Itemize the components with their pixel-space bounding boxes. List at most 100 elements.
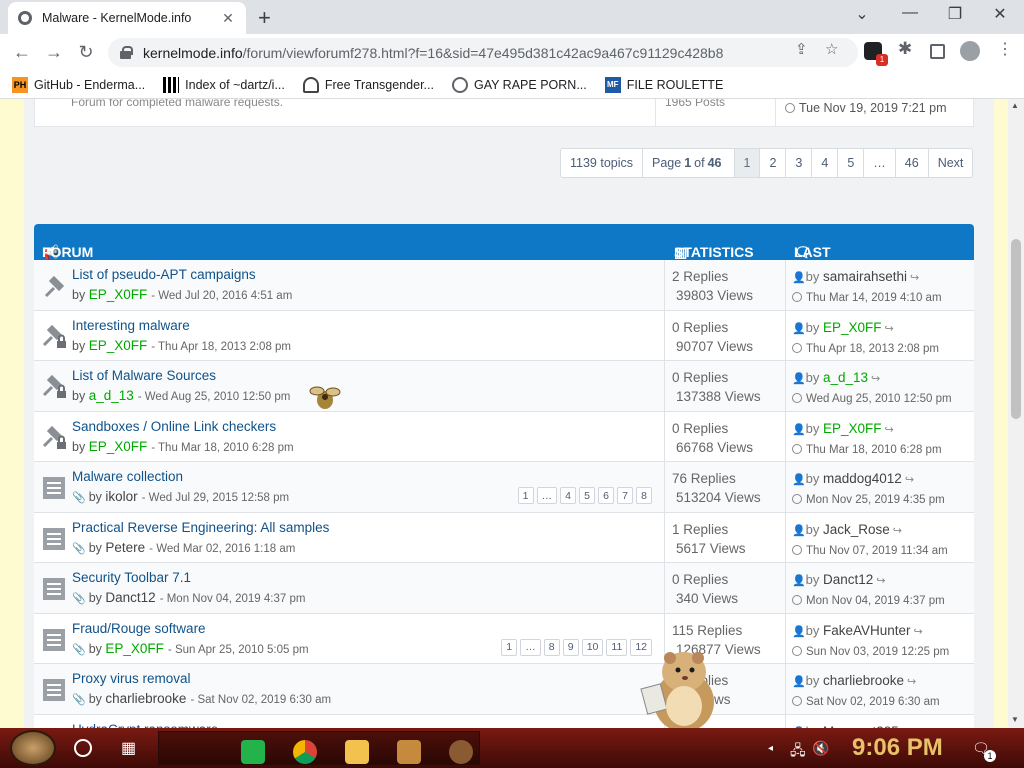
hamster-desktop-pet[interactable] bbox=[640, 642, 720, 732]
back-icon[interactable]: ← bbox=[11, 42, 33, 63]
chrome-icon[interactable] bbox=[293, 740, 317, 764]
topic-page-link[interactable]: 8 bbox=[543, 638, 560, 656]
topic-row[interactable]: Proxy virus removal 📎 by charliebrooke - S… bbox=[34, 664, 974, 715]
topic-author-link[interactable]: ikolor bbox=[105, 489, 137, 504]
goto-post-icon[interactable]: ↪ bbox=[914, 622, 923, 642]
goto-post-icon[interactable]: ↪ bbox=[876, 571, 885, 591]
topic-page-link[interactable]: … bbox=[520, 638, 541, 656]
network-icon[interactable]: 🖧 bbox=[790, 740, 806, 764]
minimize-icon[interactable]: — bbox=[900, 4, 920, 22]
puzzle-icon[interactable]: ✱ bbox=[898, 39, 912, 59]
goto-post-icon[interactable]: ↪ bbox=[885, 319, 894, 339]
topic-author-link[interactable]: EP_X0FF bbox=[89, 287, 148, 302]
topic-row[interactable]: Interesting malware by EP_X0FF - Thu Apr … bbox=[34, 310, 974, 361]
topic-row[interactable]: List of Malware Sources by a_d_13- Wed A… bbox=[34, 361, 974, 412]
goto-post-icon[interactable]: ↪ bbox=[893, 521, 902, 541]
last-post-author-link[interactable]: Danct12 bbox=[823, 572, 873, 587]
topic-author-link[interactable]: Petere bbox=[105, 540, 145, 555]
topic-title-link[interactable]: Malware collection bbox=[72, 469, 183, 484]
goto-post-icon[interactable]: ↪ bbox=[905, 470, 914, 490]
topic-page-link[interactable]: 1 bbox=[517, 487, 534, 504]
page-link-2[interactable]: 2 bbox=[760, 148, 787, 178]
file-explorer-icon[interactable] bbox=[345, 740, 369, 764]
lock-icon[interactable] bbox=[120, 46, 133, 59]
goto-post-icon[interactable]: ↪ bbox=[885, 420, 894, 440]
topic-page-link[interactable]: 4 bbox=[560, 487, 576, 504]
topic-title-link[interactable]: Fraud/Rouge software bbox=[72, 621, 206, 636]
scrollbar-thumb[interactable] bbox=[1011, 239, 1021, 419]
last-post-author-link[interactable]: EP_X0FF bbox=[823, 421, 882, 436]
bookmark-github[interactable]: PH GitHub - Enderma... bbox=[12, 76, 145, 93]
last-post-author-link[interactable]: Jack_Rose bbox=[823, 522, 890, 537]
topic-page-link[interactable]: 1 bbox=[501, 638, 518, 656]
close-window-icon[interactable]: ✕ bbox=[990, 4, 1010, 24]
topic-author-link[interactable]: charliebrooke bbox=[105, 691, 186, 706]
topic-page-link[interactable]: … bbox=[536, 487, 557, 504]
share-icon[interactable]: ⇪ bbox=[795, 40, 808, 58]
goto-post-icon[interactable]: ↪ bbox=[871, 369, 880, 389]
topic-row[interactable]: Practical Reverse Engineering: All sampl… bbox=[34, 512, 974, 563]
last-post-author-link[interactable]: charliebrooke bbox=[823, 673, 904, 688]
scroll-up-icon[interactable]: ▲ bbox=[1011, 101, 1019, 110]
topic-title-link[interactable]: List of pseudo-APT campaigns bbox=[72, 267, 256, 282]
new-tab-icon[interactable]: + bbox=[258, 5, 271, 31]
topic-author-link[interactable]: a_d_13 bbox=[89, 388, 134, 403]
topic-title-link[interactable]: Practical Reverse Engineering: All sampl… bbox=[72, 520, 329, 535]
topic-row[interactable]: Security Toolbar 7.1 📎 by Danct12- Mon No… bbox=[34, 563, 974, 614]
side-panel-icon[interactable] bbox=[930, 44, 945, 59]
scroll-down-icon[interactable]: ▼ bbox=[1011, 715, 1019, 724]
topic-page-link[interactable]: 10 bbox=[581, 638, 604, 656]
browser-tab[interactable]: Malware - KernelMode.info ✕ bbox=[8, 2, 246, 34]
bookmark-globe[interactable]: GAY RAPE PORN... bbox=[451, 76, 587, 93]
last-post-author-link[interactable]: maddog4012 bbox=[823, 471, 902, 486]
topic-page-link[interactable]: 9 bbox=[562, 638, 579, 656]
bookmark-file-roulette[interactable]: MF FILE ROULETTE bbox=[604, 76, 723, 93]
address-bar[interactable]: kernelmode.info/forum/viewforumf278.html… bbox=[108, 38, 858, 67]
task-view-icon[interactable]: ▦ bbox=[121, 738, 136, 758]
topic-title-link[interactable]: Sandboxes / Online Link checkers bbox=[72, 419, 276, 434]
page-indicator[interactable]: Page 1 of 46 bbox=[643, 148, 735, 178]
page-link-3[interactable]: 3 bbox=[786, 148, 813, 178]
topic-title-link[interactable]: Interesting malware bbox=[72, 318, 190, 333]
topic-page-link[interactable]: 11 bbox=[606, 638, 628, 656]
page-link-last[interactable]: 46 bbox=[895, 148, 929, 178]
topic-page-link[interactable]: 7 bbox=[617, 487, 633, 504]
tab-search-icon[interactable]: ⌄ bbox=[852, 4, 872, 24]
topic-row[interactable]: Fraud/Rouge software 📎 by EP_X0FF - Sun Ap… bbox=[34, 613, 974, 664]
topic-author-link[interactable]: Danct12 bbox=[105, 590, 155, 605]
last-post-author-link[interactable]: a_d_13 bbox=[823, 370, 868, 385]
profile-avatar-icon[interactable] bbox=[960, 41, 980, 61]
page-link-5[interactable]: 5 bbox=[838, 148, 865, 178]
topic-row[interactable]: Sandboxes / Online Link checkers by EP_X… bbox=[34, 411, 974, 462]
topic-title-link[interactable]: List of Malware Sources bbox=[72, 368, 216, 383]
notes-app-icon[interactable] bbox=[241, 740, 265, 764]
search-icon[interactable] bbox=[74, 739, 92, 757]
topic-title-link[interactable]: Security Toolbar 7.1 bbox=[72, 570, 191, 585]
last-post-author-link[interactable]: EP_X0FF bbox=[823, 320, 882, 335]
last-post-author-link[interactable]: FakeAVHunter bbox=[823, 623, 911, 638]
topic-title-link[interactable]: Proxy virus removal bbox=[72, 671, 191, 686]
tray-arrow-icon[interactable]: ◂ bbox=[768, 743, 773, 754]
topic-page-link[interactable]: 6 bbox=[598, 487, 614, 504]
topic-author-link[interactable]: EP_X0FF bbox=[89, 439, 148, 454]
goto-post-icon[interactable]: ↪ bbox=[910, 268, 919, 288]
hamster-app-icon[interactable] bbox=[449, 740, 473, 764]
topic-row[interactable]: Malware collection 📎 by ikolor - Wed Jul 2… bbox=[34, 462, 974, 513]
start-button[interactable] bbox=[10, 730, 56, 766]
page-scrollbar[interactable]: ▲ ▼ bbox=[1008, 99, 1024, 729]
topic-page-link[interactable]: 5 bbox=[579, 487, 595, 504]
forward-icon[interactable]: → bbox=[43, 42, 65, 63]
topic-row[interactable]: HydraCrypt ransomware 📎by 👤 by Maxwest38… bbox=[34, 714, 974, 729]
close-tab-icon[interactable]: ✕ bbox=[220, 10, 236, 27]
bookmark-index[interactable]: Index of ~dartz/i... bbox=[163, 76, 285, 93]
topic-page-link[interactable]: 8 bbox=[636, 487, 652, 504]
bookmark-free[interactable]: Free Transgender... bbox=[302, 76, 434, 93]
topic-author-link[interactable]: EP_X0FF bbox=[105, 641, 164, 656]
menu-kebab-icon[interactable]: ⋮ bbox=[997, 39, 1013, 59]
page-link-4[interactable]: 4 bbox=[812, 148, 839, 178]
app-icon-game[interactable] bbox=[397, 740, 421, 764]
bookmark-star-icon[interactable]: ☆ bbox=[825, 40, 838, 58]
topic-row[interactable]: List of pseudo-APT campaigns by EP_X0FF -… bbox=[34, 260, 974, 311]
goto-post-icon[interactable]: ↪ bbox=[907, 672, 916, 692]
volume-muted-icon[interactable]: 🔇 bbox=[812, 740, 829, 757]
